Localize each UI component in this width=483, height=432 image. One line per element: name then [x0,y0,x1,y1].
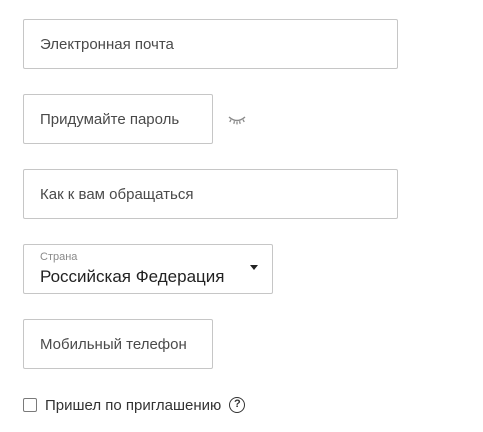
country-selected-value: Российская Федерация [40,267,225,286]
password-field[interactable] [23,94,213,144]
name-input[interactable] [24,170,397,218]
registration-form: Страна Российская Федерация Пришел по пр… [0,0,483,432]
invited-label[interactable]: Пришел по приглашению [45,397,221,414]
email-input[interactable] [24,20,397,68]
name-field[interactable] [23,169,398,219]
invited-row: Пришел по приглашению ? [23,396,246,414]
email-field[interactable] [23,19,398,69]
invited-checkbox[interactable] [23,398,37,412]
phone-field[interactable] [23,319,213,369]
eye-closed-icon[interactable] [226,110,248,128]
password-input[interactable] [24,95,212,143]
country-label: Страна [40,251,78,263]
phone-input[interactable] [24,320,212,368]
country-select[interactable]: Страна Российская Федерация [23,244,273,294]
question-circle-icon[interactable]: ? [229,397,246,413]
caret-down-icon[interactable] [250,265,258,270]
